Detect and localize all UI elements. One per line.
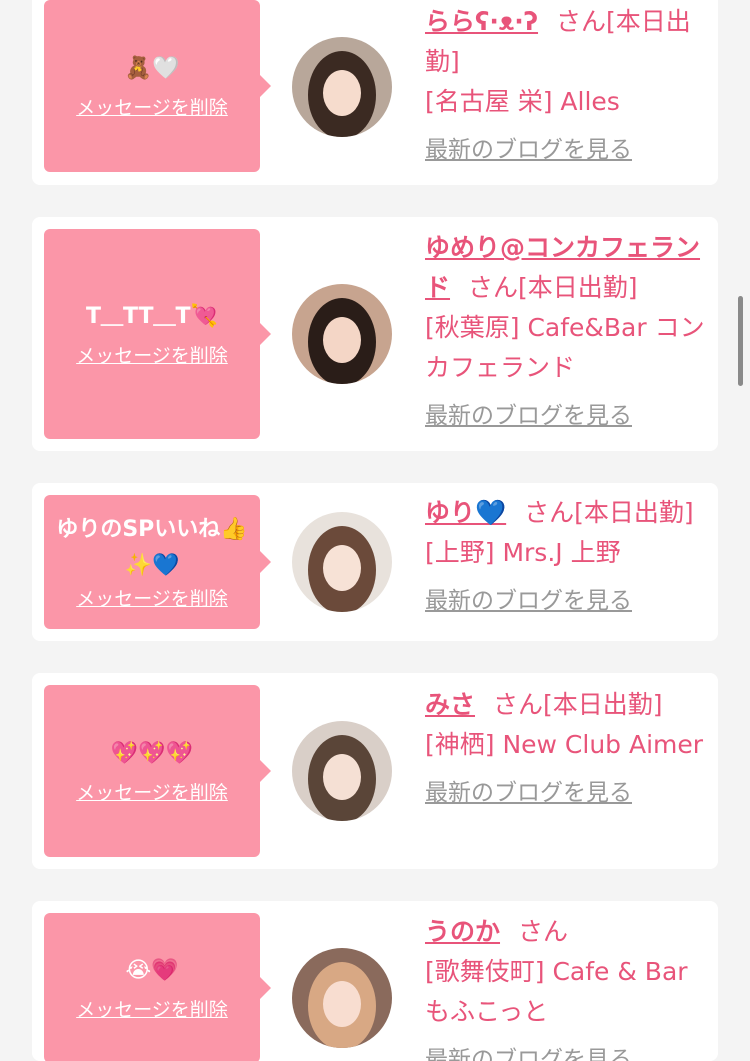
message-bubble: 🧸🤍 メッセージを削除 [44,0,260,172]
cast-name-link[interactable]: うのか [425,917,500,946]
avatar[interactable] [292,948,392,1048]
avatar[interactable] [292,721,392,821]
cast-name-line: ゆめり@コンカフェランド さん[本日出勤] [425,228,715,308]
cast-name-link[interactable]: みさ [425,690,475,719]
cast-info: ららʕ·ᴥ·ʔ さん[本日出勤] [名古屋 栄] Alles 最新のブログを見る [425,2,715,170]
cast-info: ゆめり@コンカフェランド さん[本日出勤] [秋葉原] Cafe&Bar コンカフ… [425,228,715,436]
message-bubble: ゆりのSPいいね👍✨💙 メッセージを削除 [44,495,260,629]
avatar-face [323,981,361,1027]
shop-location: [秋葉原] Cafe&Bar コンカフェランド [425,313,705,382]
avatar-face [323,70,361,116]
cast-info: ゆり💙 さん[本日出勤] [上野] Mrs.J 上野 最新のブログを見る [425,493,715,621]
honorific-status: さん[本日出勤] [493,690,663,719]
delete-message-link[interactable]: メッセージを削除 [76,586,228,612]
message-text: ゆりのSPいいね👍✨💙 [56,517,248,578]
cast-name-line: ららʕ·ᴥ·ʔ さん[本日出勤] [425,2,715,82]
honorific-status: さん [518,917,569,946]
message-bubble: 💖💖💖 メッセージを削除 [44,685,260,857]
avatar-image [292,37,392,137]
cast-name-line: みさ さん[本日出勤] [425,685,715,725]
avatar-face [323,317,361,363]
cast-info: みさ さん[本日出勤] [神栖] New Club Aimer 最新のブログを見る [425,685,715,813]
shop-location: [歌舞伎町] Cafe & Bar もふこっと [425,957,688,1026]
avatar-image [292,948,392,1048]
delete-message-link[interactable]: メッセージを削除 [76,343,228,369]
cast-info: うのか さん [歌舞伎町] Cafe & Bar もふこっと 最新のブログを見る [425,912,715,1061]
honorific-status: さん[本日出勤] [468,273,638,302]
shop-location: [名古屋 栄] Alles [425,87,620,116]
delete-message-link[interactable]: メッセージを削除 [76,780,228,806]
message-text: 💖💖💖 [110,741,194,766]
honorific-status: さん[本日出勤] [524,498,694,527]
shop-location: [上野] Mrs.J 上野 [425,538,621,567]
cast-name-link[interactable]: ららʕ·ᴥ·ʔ [425,7,538,36]
favorite-card: 🧸🤍 メッセージを削除 ららʕ·ᴥ·ʔ さん[本日出勤] [名古屋 栄] Alle… [32,0,718,185]
cast-name-link[interactable]: ゆり💙 [425,498,506,527]
favorite-card: 😭💗 メッセージを削除 うのか さん [歌舞伎町] Cafe & Bar もふこっ… [32,901,718,1061]
cast-name-line: ゆり💙 さん[本日出勤] [425,493,715,533]
favorite-card: 💖💖💖 メッセージを削除 みさ さん[本日出勤] [神栖] New Club Ai… [32,673,718,869]
latest-blog-link[interactable]: 最新のブログを見る [425,130,632,170]
latest-blog-link[interactable]: 最新のブログを見る [425,581,632,621]
latest-blog-link[interactable]: 最新のブログを見る [425,1040,632,1061]
scrollbar[interactable] [738,296,743,386]
avatar-image [292,512,392,612]
message-text: T＿TT＿T💘 [86,304,218,329]
message-text: 🧸🤍 [124,56,180,81]
message-text: 😭💗 [125,958,179,983]
avatar[interactable] [292,284,392,384]
delete-message-link[interactable]: メッセージを削除 [76,997,228,1023]
message-bubble: 😭💗 メッセージを削除 [44,913,260,1061]
favorite-card: ゆりのSPいいね👍✨💙 メッセージを削除 ゆり💙 さん[本日出勤] [上野] Mr… [32,483,718,641]
cast-name-line: うのか さん [425,912,715,952]
avatar-face [323,754,361,800]
avatar-image [292,284,392,384]
latest-blog-link[interactable]: 最新のブログを見る [425,773,632,813]
favorite-card: T＿TT＿T💘 メッセージを削除 ゆめり@コンカフェランド さん[本日出勤] [秋… [32,217,718,451]
shop-location: [神栖] New Club Aimer [425,730,704,759]
latest-blog-link[interactable]: 最新のブログを見る [425,396,632,436]
avatar[interactable] [292,37,392,137]
delete-message-link[interactable]: メッセージを削除 [76,95,228,121]
avatar-face [323,545,361,591]
message-bubble: T＿TT＿T💘 メッセージを削除 [44,229,260,439]
avatar-image [292,721,392,821]
avatar[interactable] [292,512,392,612]
